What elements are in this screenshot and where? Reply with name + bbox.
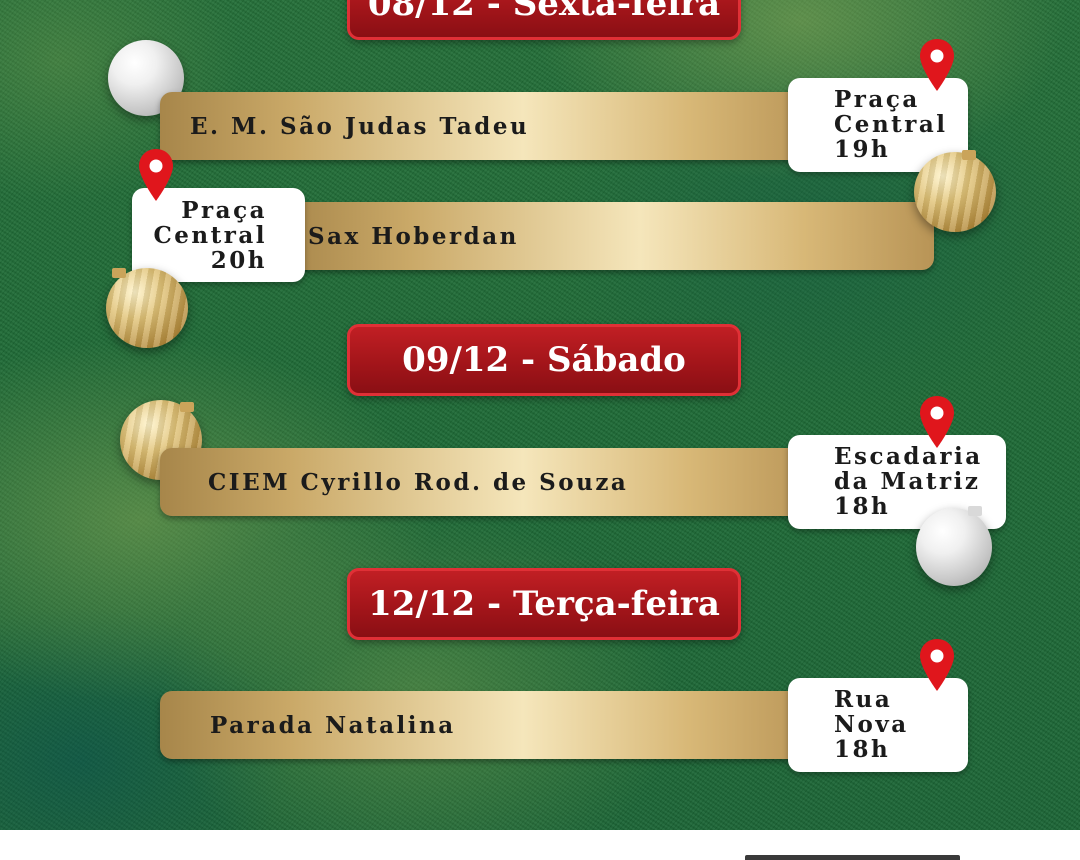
gold-ornament [106, 268, 188, 348]
silver-ornament [916, 508, 992, 586]
event-bar: E. M. São Judas Tadeu [160, 92, 820, 160]
background-canvas: 08/12 - Sexta-feira E. M. São Judas Tade… [0, 0, 1080, 860]
ornament-cap [962, 150, 976, 160]
event-name: Parada Natalina [210, 711, 456, 739]
location-line: da Matriz [834, 468, 981, 495]
event-name: Sax Hoberdan [308, 222, 519, 250]
date-label: 09/12 - Sábado [402, 340, 686, 380]
event-name: E. M. São Judas Tadeu [190, 112, 530, 140]
date-banner-day-1: 08/12 - Sexta-feira [347, 0, 741, 40]
event-bar: CIEM Cyrillo Rod. de Souza [160, 448, 820, 516]
map-pin-icon [920, 639, 954, 691]
date-label: 08/12 - Sexta-feira [367, 0, 721, 24]
ornament-cap [968, 506, 982, 516]
event-bar: Sax Hoberdan [280, 202, 934, 270]
date-label: 12/12 - Terça-feira [368, 584, 720, 624]
location-card: Rua Nova 18h [788, 678, 968, 772]
date-banner-day-2: 09/12 - Sábado [347, 324, 741, 396]
location-card: Praça Central 20h [132, 188, 305, 282]
map-pin-icon [920, 396, 954, 448]
map-pin-icon [920, 39, 954, 91]
location-line: Central [834, 111, 948, 138]
ornament-cap [112, 268, 126, 278]
event-bar: Parada Natalina [160, 691, 820, 759]
event-name: CIEM Cyrillo Rod. de Souza [208, 468, 629, 496]
location-line: Central [153, 222, 267, 249]
map-pin-icon [139, 149, 173, 201]
footer-dark-shape [745, 855, 960, 860]
location-line: Nova [834, 711, 909, 738]
ornament-cap [180, 402, 194, 412]
event-time: 18h [834, 736, 891, 763]
date-banner-day-3: 12/12 - Terça-feira [347, 568, 741, 640]
gold-ornament [914, 152, 996, 232]
